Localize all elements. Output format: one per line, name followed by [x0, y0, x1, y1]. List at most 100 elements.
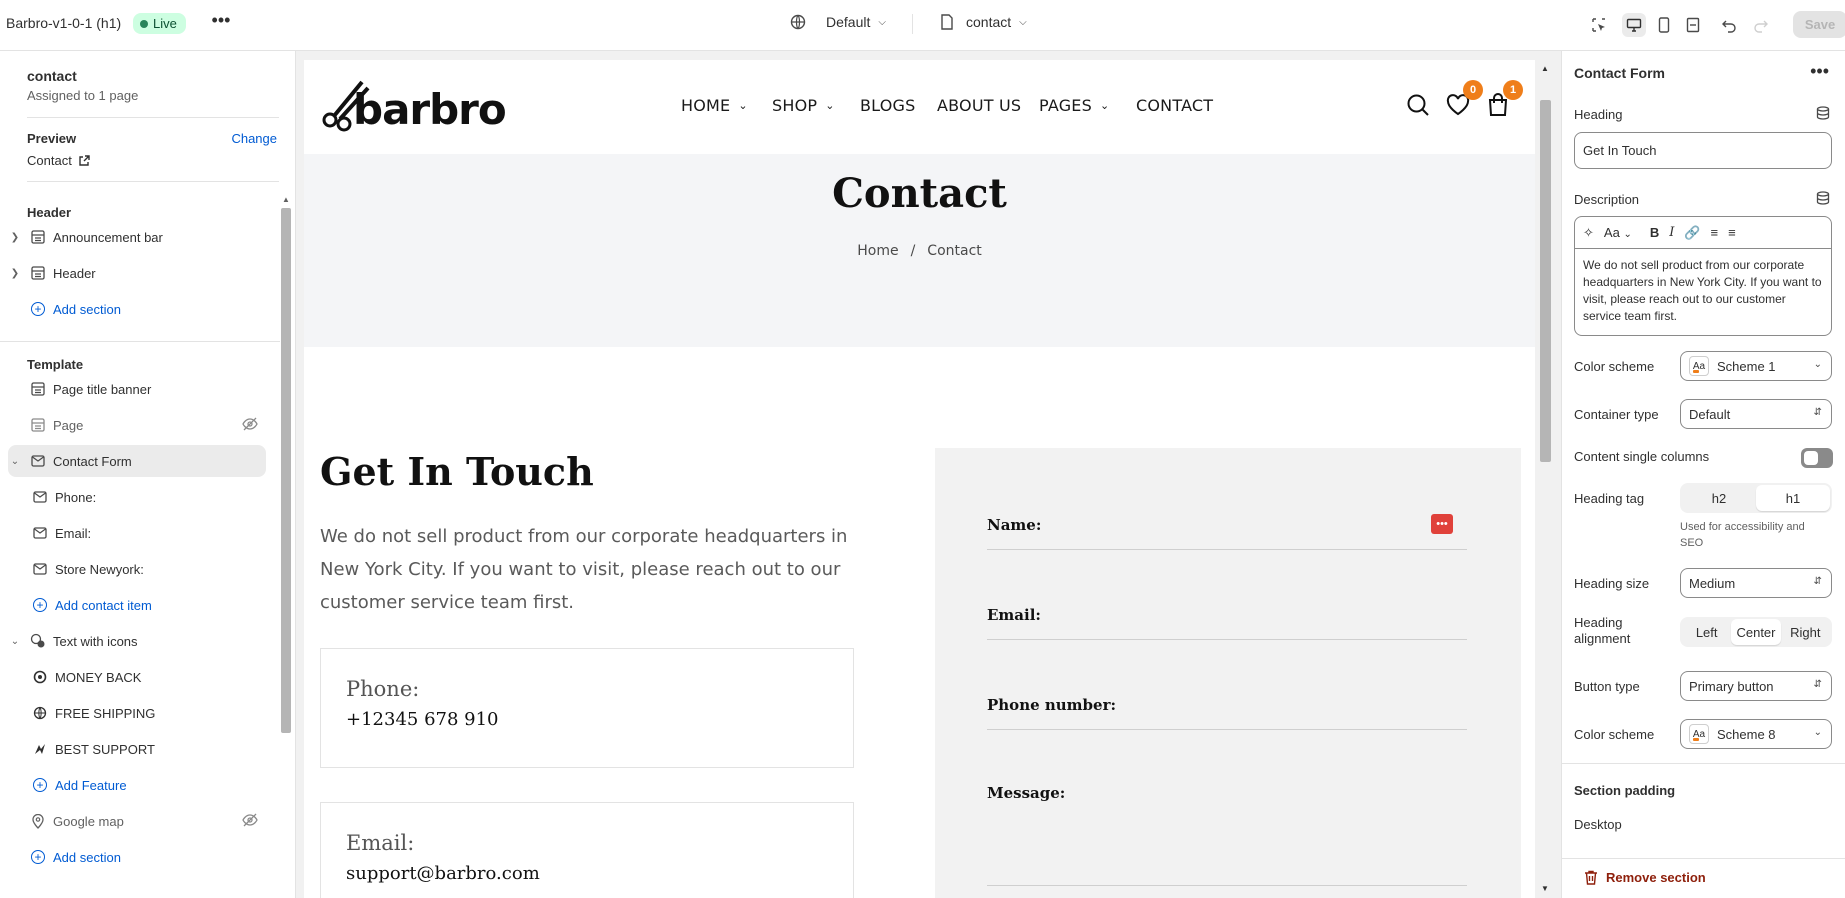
page-selector[interactable]: contact ⌵ — [940, 14, 1027, 30]
template-group-label: Template — [27, 357, 84, 372]
fullscreen-view-icon[interactable] — [1681, 13, 1705, 37]
sidebar-item-money-back[interactable]: MONEY BACK — [24, 661, 266, 693]
heading-tag-h1[interactable]: h1 — [1756, 485, 1830, 511]
cart-icon[interactable]: 1 — [1483, 80, 1523, 120]
scroll-up-icon[interactable]: ▲ — [282, 195, 290, 204]
chevron-down-icon: ⌄ — [1099, 99, 1110, 112]
more-options-icon[interactable]: ••• — [1810, 61, 1829, 82]
remove-section-button[interactable]: Remove section — [1584, 870, 1706, 885]
button-color-scheme-select[interactable]: Aa Scheme 8 ⌄ — [1680, 719, 1832, 749]
description-text[interactable]: We do not sell product from our corporat… — [1575, 249, 1831, 333]
theme-selector[interactable]: Default ⌵ — [790, 14, 886, 30]
form-field-message[interactable]: Message: — [987, 784, 1467, 886]
page-title: Contact — [832, 170, 1007, 217]
form-field-phone[interactable]: Phone number: — [987, 696, 1467, 730]
preview-label: Preview — [27, 131, 77, 146]
container-type-select[interactable]: Default ⇵ — [1680, 399, 1832, 429]
inspector-icon[interactable] — [1587, 13, 1611, 37]
description-label: Description — [1574, 192, 1640, 207]
undo-icon[interactable] — [1717, 13, 1741, 37]
link-icon[interactable]: 🔗 — [1684, 225, 1700, 241]
form-field-email[interactable]: Email: — [987, 606, 1467, 640]
database-icon[interactable] — [1815, 105, 1831, 121]
preview-page-link[interactable]: Contact — [27, 153, 90, 168]
bullet-list-icon[interactable]: ≡ — [1711, 225, 1719, 240]
sidebar-item-page[interactable]: Page — [8, 409, 266, 441]
contact-item-email: Email: support@barbro.com — [320, 802, 854, 898]
sidebar-item-announcement-bar[interactable]: ❯ Announcement bar — [8, 221, 266, 253]
preview-scrollbar-thumb[interactable] — [1540, 100, 1551, 462]
single-columns-toggle[interactable] — [1801, 448, 1833, 468]
preview-page-label: Contact — [27, 153, 72, 168]
form-field-name[interactable]: Name: ••• — [987, 514, 1467, 550]
hidden-eye-icon[interactable] — [242, 417, 258, 434]
hidden-eye-icon[interactable] — [242, 813, 258, 830]
sidebar-item-email[interactable]: Email: — [24, 517, 266, 549]
button-type-select[interactable]: Primary button ⇵ — [1680, 671, 1832, 701]
contact-item-value[interactable]: support@barbro.com — [346, 863, 540, 884]
alignment-right[interactable]: Right — [1781, 619, 1830, 645]
chevron-right-icon[interactable]: ❯ — [8, 232, 22, 243]
nav-label: CONTACT — [1136, 96, 1214, 115]
section-icon — [30, 265, 46, 281]
contact-item-value[interactable]: +12345 678 910 — [346, 709, 499, 730]
chevron-right-icon[interactable]: ❯ — [8, 268, 22, 279]
password-manager-icon[interactable]: ••• — [1431, 514, 1453, 534]
nav-blogs[interactable]: BLOGS — [860, 96, 915, 115]
bold-icon[interactable]: B — [1650, 225, 1659, 240]
database-icon[interactable] — [1815, 190, 1831, 206]
redo-icon[interactable] — [1749, 13, 1773, 37]
numbered-list-icon[interactable]: ≡ — [1728, 225, 1736, 240]
color-scheme-select[interactable]: Aa Scheme 1 ⌄ — [1680, 351, 1832, 381]
mobile-view-icon[interactable] — [1652, 13, 1676, 37]
heading-size-select[interactable]: Medium ⇵ — [1680, 568, 1832, 598]
chevron-down-icon[interactable]: ⌄ — [8, 636, 22, 647]
font-format-dropdown[interactable]: Aa ⌄ — [1604, 225, 1632, 240]
breadcrumb: Home / Contact — [304, 243, 1535, 259]
storefront-preview: barbro HOME ⌄ SHOP ⌄ BLOGS ABOUT US PAGES ⌄… — [304, 60, 1535, 898]
alignment-left[interactable]: Left — [1682, 619, 1731, 645]
sidebar-item-label: Email: — [55, 525, 92, 541]
section-icon — [30, 229, 46, 245]
sidebar-scrollbar-thumb[interactable] — [281, 208, 291, 733]
sidebar-item-contact-form[interactable]: ⌄ Contact Form — [8, 445, 266, 477]
barbro-logo[interactable]: barbro — [320, 74, 520, 134]
chevron-down-icon[interactable]: ⌄ — [8, 456, 22, 467]
sidebar-item-store-newyork[interactable]: Store Newyork: — [24, 553, 266, 585]
add-section-template-button[interactable]: + Add section — [8, 841, 266, 873]
scroll-up-icon[interactable]: ▲ — [1541, 64, 1549, 73]
breadcrumb-home-link[interactable]: Home — [857, 243, 898, 259]
desktop-view-icon[interactable] — [1622, 13, 1646, 37]
sidebar-item-page-title-banner[interactable]: Page title banner — [8, 373, 266, 405]
feature-icon — [32, 705, 48, 721]
sidebar-item-phone[interactable]: Phone: — [24, 481, 266, 513]
scroll-down-icon[interactable]: ▼ — [1541, 884, 1549, 893]
save-button[interactable]: Save — [1793, 11, 1845, 38]
sidebar-item-text-with-icons[interactable]: ⌄ Text with icons — [8, 625, 266, 657]
search-icon[interactable] — [1403, 90, 1433, 120]
wishlist-icon[interactable]: 0 — [1443, 80, 1483, 120]
add-section-header-button[interactable]: + Add section — [8, 293, 266, 325]
nav-shop[interactable]: SHOP ⌄ — [772, 96, 835, 115]
sidebar-item-best-support[interactable]: BEST SUPPORT — [24, 733, 266, 765]
description-rich-text-editor[interactable]: ✧ Aa ⌄ B I 🔗 ≡ ≡ We do not sell product … — [1574, 216, 1832, 336]
color-scheme-label: Color scheme — [1574, 359, 1655, 374]
more-actions-button[interactable]: ••• — [210, 10, 232, 36]
nav-home[interactable]: HOME ⌄ — [681, 96, 748, 115]
add-contact-item-button[interactable]: + Add contact item — [24, 589, 266, 621]
nav-about-us[interactable]: ABOUT US — [937, 96, 1021, 115]
globe-icon — [790, 14, 806, 30]
sidebar-item-free-shipping[interactable]: FREE SHIPPING — [24, 697, 266, 729]
change-preview-link[interactable]: Change — [231, 131, 277, 146]
heading-tag-h2[interactable]: h2 — [1682, 485, 1756, 511]
heading-input[interactable] — [1574, 132, 1832, 169]
nav-contact[interactable]: CONTACT — [1136, 96, 1213, 115]
alignment-center[interactable]: Center — [1731, 619, 1781, 645]
sidebar-item-header[interactable]: ❯ Header — [8, 257, 266, 289]
italic-icon[interactable]: I — [1669, 225, 1674, 240]
nav-pages[interactable]: PAGES ⌄ — [1039, 96, 1109, 115]
sidebar-item-google-map[interactable]: Google map — [8, 805, 266, 837]
theme-name[interactable]: Barbro-v1-0-1 (h1) — [6, 15, 121, 31]
ai-sparkle-icon[interactable]: ✧ — [1583, 225, 1594, 241]
add-feature-button[interactable]: + Add Feature — [24, 769, 266, 801]
